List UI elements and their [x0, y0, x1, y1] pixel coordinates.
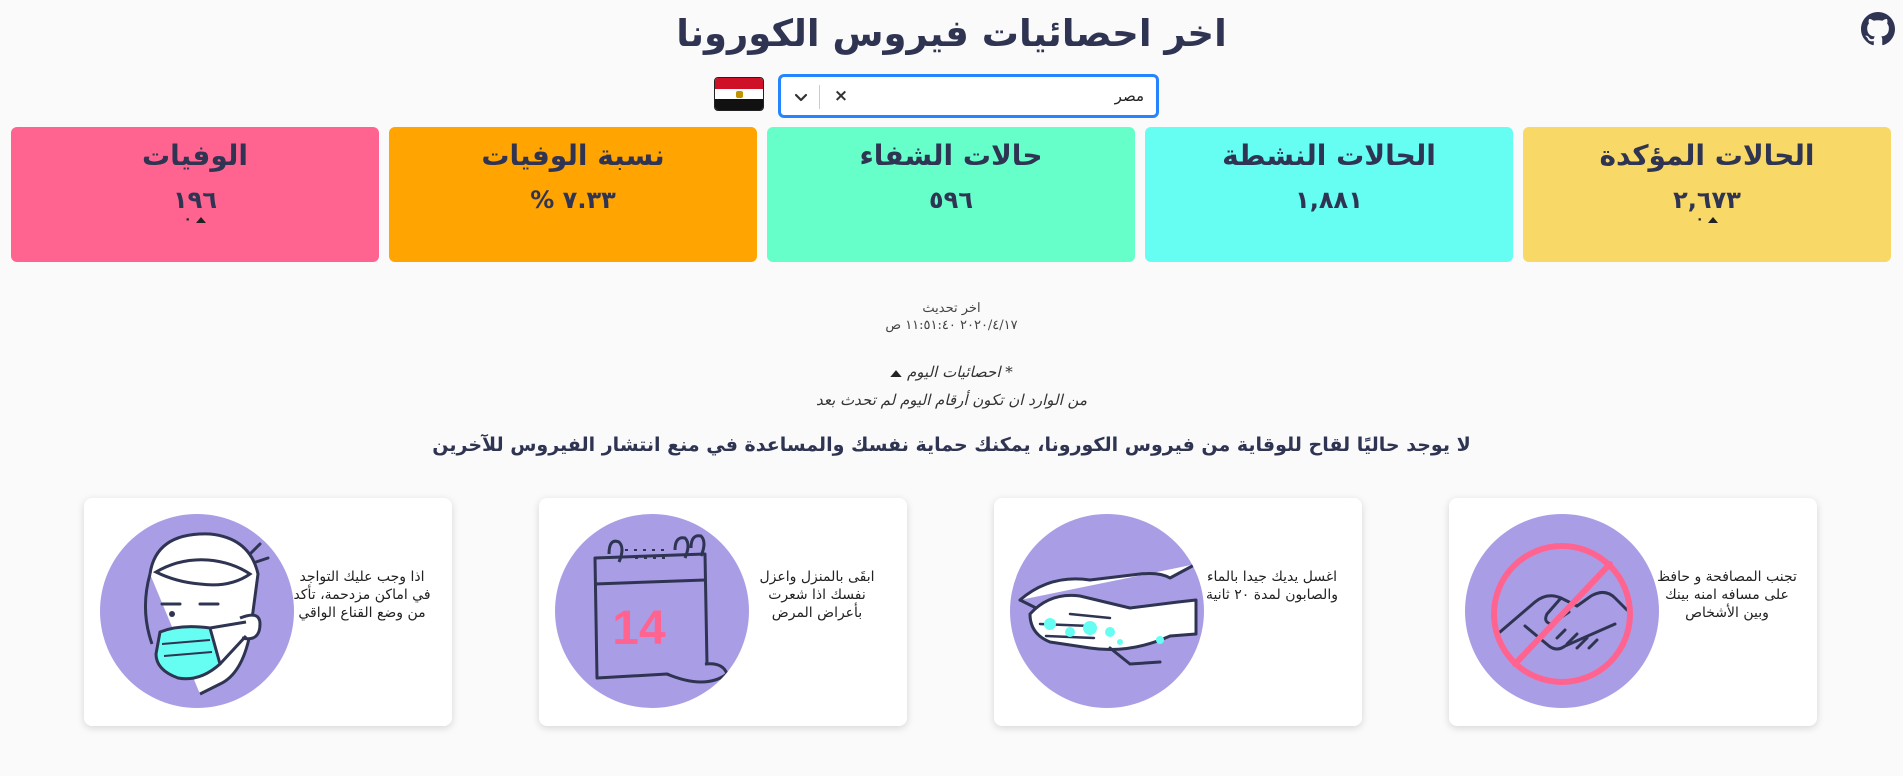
tip-card-stay-home: 14 ابقَى بالمنزل واعزل نفسك اذا شعرت بأع…: [539, 498, 907, 726]
chevron-down-icon[interactable]: [789, 85, 813, 109]
confirmed-card: الحالات المؤكدة ٢,٦٧٣ ٠: [1523, 127, 1891, 262]
deaths-delta: ٠: [11, 212, 379, 227]
active-value: ١,٨٨١: [1295, 186, 1363, 214]
fatality-rate-label: نسبة الوفيات: [481, 139, 665, 172]
page-title: اخر احصائيات فيروس الكورونا: [676, 12, 1227, 55]
hand-washing-icon: [1010, 514, 1204, 708]
caret-up-icon: [1708, 217, 1719, 223]
country-select-value: مصر: [1114, 87, 1144, 105]
fatality-rate-value: ٧.٣٣ %: [530, 186, 616, 214]
confirmed-value: ٢,٦٧٣: [1673, 186, 1741, 214]
tip-card-no-handshake: تجنب المصافحة و حافظ على مسافه امنه بينك…: [1449, 498, 1817, 726]
recovered-value: ٥٩٦: [929, 186, 973, 214]
clear-selection-icon[interactable]: ×: [829, 83, 853, 109]
select-separator: [819, 85, 820, 109]
recovered-card: حالات الشفاء ٥٩٦: [767, 127, 1135, 262]
today-stats-note: * احصائيات اليوم من الوارد ان تكون أرقام…: [0, 358, 1903, 414]
last-updated-datetime: ٢٠٢٠/٤/١٧ ١١:٥١:٤٠ ص: [885, 318, 1018, 333]
caret-up-icon: [890, 370, 902, 377]
active-label: الحالات النشطة: [1222, 139, 1436, 172]
face-mask-icon: [100, 514, 294, 708]
last-updated-label: اخر تحديث: [922, 301, 981, 316]
calendar-14-icon: 14: [555, 514, 749, 708]
confirmed-delta: ٠: [1523, 212, 1891, 227]
deaths-card: الوفيات ١٩٦ ٠: [11, 127, 379, 262]
deaths-value: ١٩٦: [173, 186, 217, 214]
prevention-tips: تجنب المصافحة و حافظ على مسافه امنه بينك…: [84, 498, 1817, 726]
last-updated: اخر تحديث ٢٠٢٠/٤/١٧ ١١:٥١:٤٠ ص: [0, 300, 1903, 334]
tip-card-hand-washing: اغسل يديك جيدا بالماء والصابون لمدة ٢٠ ث…: [994, 498, 1362, 726]
calendar-number: 14: [612, 602, 666, 655]
tip-card-face-mask: اذا وجب عليك التواجد في اماكن مزدحمة، تأ…: [84, 498, 452, 726]
note-line-2: من الوارد ان تكون أرقام اليوم لم تحدث بع…: [815, 391, 1087, 409]
caret-up-icon: [196, 217, 207, 223]
stats-cards: الحالات المؤكدة ٢,٦٧٣ ٠ الحالات النشطة ١…: [11, 127, 1891, 262]
country-select[interactable]: مصر ×: [779, 75, 1158, 117]
tip-text: اغسل يديك جيدا بالماء والصابون لمدة ٢٠ ث…: [1206, 569, 1338, 603]
tip-text: ابقَى بالمنزل واعزل نفسك اذا شعرت بأعراض…: [759, 569, 875, 621]
deaths-label: الوفيات: [141, 139, 249, 172]
no-handshake-icon: [1465, 514, 1659, 708]
tip-text: اذا وجب عليك التواجد في اماكن مزدحمة، تأ…: [293, 569, 431, 621]
note-line-1: * احصائيات اليوم: [907, 363, 1013, 381]
fatality-rate-card: نسبة الوفيات ٧.٣٣ %: [389, 127, 757, 262]
egypt-flag-icon: [714, 77, 764, 111]
prevention-headline: لا يوجد حاليًا لقاح للوقاية من فيروس الك…: [432, 434, 1471, 456]
confirmed-label: الحالات المؤكدة: [1599, 139, 1815, 172]
tip-text: تجنب المصافحة و حافظ على مسافه امنه بينك…: [1657, 569, 1797, 621]
recovered-label: حالات الشفاء: [859, 139, 1043, 172]
active-card: الحالات النشطة ١,٨٨١: [1145, 127, 1513, 262]
